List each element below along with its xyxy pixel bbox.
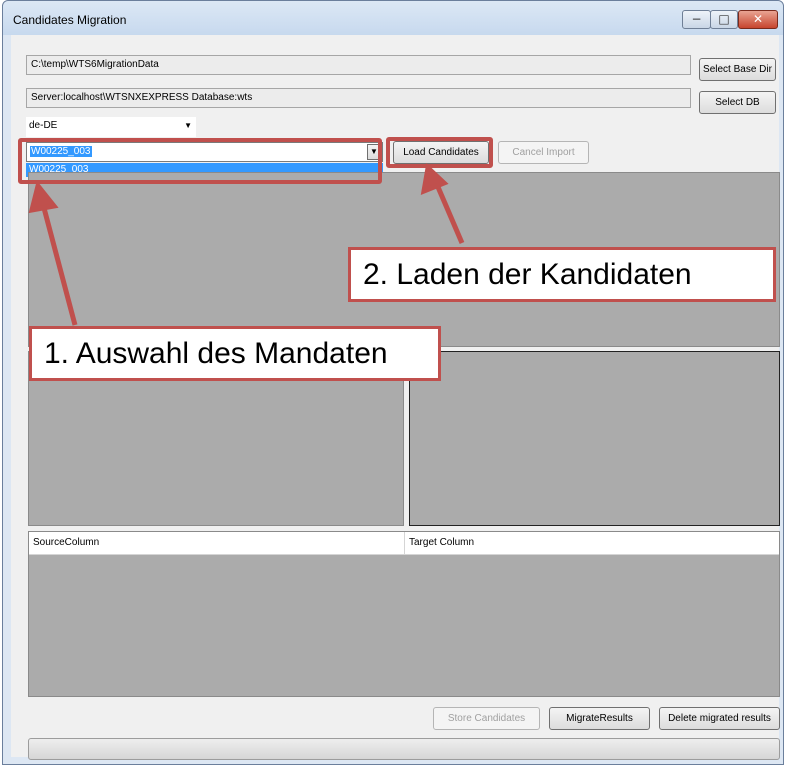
highlight-load-button bbox=[386, 137, 493, 168]
arrow-line-step2 bbox=[435, 186, 465, 244]
arrow-line-step1 bbox=[41, 207, 78, 326]
arrow-head-step2 bbox=[420, 163, 449, 195]
arrow-head-step1 bbox=[28, 180, 59, 214]
annotation-step2: 2. Laden der Kandidaten bbox=[348, 247, 776, 302]
annotation-step1: 1. Auswahl des Mandaten bbox=[29, 326, 441, 381]
annotation-arrows bbox=[28, 163, 465, 326]
highlight-mandate-select bbox=[18, 138, 382, 184]
